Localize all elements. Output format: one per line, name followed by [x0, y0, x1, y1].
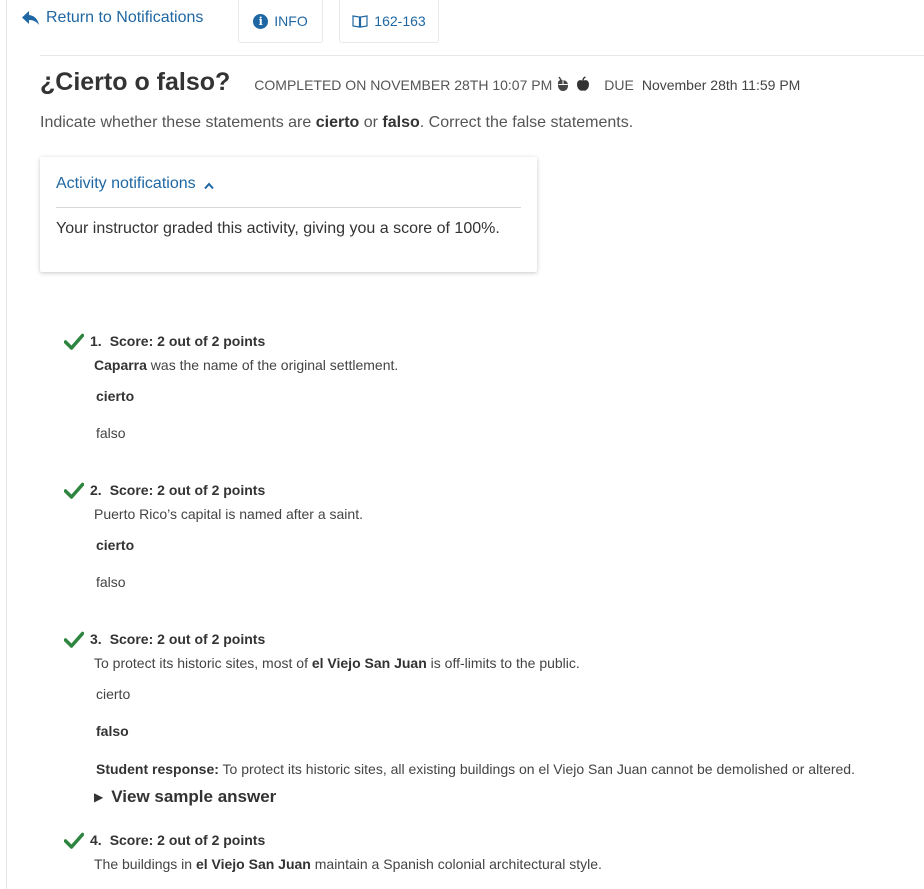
statement-text-start: To protect its historic sites, most of	[94, 655, 312, 671]
activity-instructions: Indicate whether these statements are ci…	[40, 114, 633, 132]
triangle-right-icon: ▶	[94, 790, 104, 804]
question-header: 3. Score: 2 out of 2 points	[64, 628, 904, 650]
apple-icon	[577, 76, 590, 91]
chevron-up-icon	[203, 181, 214, 189]
left-border	[6, 0, 7, 889]
notifications-toggle-label: Activity notifications	[56, 175, 196, 192]
question-header: 2. Score: 2 out of 2 points	[64, 479, 904, 501]
notifications-divider	[56, 207, 521, 208]
top-nav: Return to Notifications i INFO 162-163	[0, 0, 924, 44]
info-circle-icon: i	[253, 13, 269, 29]
pages-tab-label: 162-163	[374, 13, 426, 29]
nav-divider	[40, 55, 924, 56]
question-statement: To protect its historic sites, most of e…	[94, 655, 904, 671]
completed-status: COMPLETED ON NOVEMBER 28TH 10:07 PM	[254, 77, 553, 93]
question-number: 2.	[90, 482, 102, 498]
instructions-cierto: cierto	[315, 114, 360, 131]
option-cierto[interactable]: cierto	[96, 388, 904, 408]
question-number: 3.	[90, 631, 102, 647]
option-cierto[interactable]: cierto	[96, 537, 904, 557]
checkmark-icon	[64, 832, 84, 849]
return-link-label: Return to Notifications	[46, 9, 204, 26]
question-1: 1. Score: 2 out of 2 points Caparra was …	[64, 330, 904, 445]
question-statement: The buildings in el Viejo San Juan maint…	[94, 856, 904, 872]
student-response: Student response: To protect its histori…	[96, 761, 904, 777]
instructions-text-end: . Correct the false statements.	[419, 114, 634, 131]
question-statement: Caparra was the name of the original set…	[94, 357, 904, 373]
view-sample-answer-toggle[interactable]: ▶ View sample answer	[94, 787, 904, 807]
question-score: Score: 2 out of 2 points	[109, 631, 266, 647]
option-falso[interactable]: falso	[96, 574, 904, 594]
page-title: ¿Cierto o falso?	[40, 68, 231, 96]
question-4: 4. Score: 2 out of 2 points The building…	[64, 829, 904, 872]
open-book-icon	[352, 15, 368, 28]
statement-bold: el Viejo San Juan	[195, 856, 311, 872]
checkmark-icon	[64, 482, 84, 499]
mouse-icon	[558, 76, 569, 91]
checkmark-icon	[64, 333, 84, 350]
instructions-text-start: Indicate whether these statements are	[40, 114, 316, 131]
checkmark-icon	[64, 631, 84, 648]
activity-notifications-card: Activity notifications Your instructor g…	[40, 157, 537, 272]
statement-text-end: maintain a Spanish colonial architectura…	[310, 856, 602, 872]
option-falso[interactable]: falso	[96, 425, 904, 445]
activity-notifications-toggle[interactable]: Activity notifications	[56, 175, 214, 193]
option-falso[interactable]: falso	[96, 723, 904, 743]
textbook-pages-tab[interactable]: 162-163	[339, 0, 439, 43]
question-number: 1.	[90, 333, 102, 349]
info-tab-label: INFO	[274, 13, 308, 29]
statement-bold: el Viejo San Juan	[311, 655, 427, 671]
question-statement: Puerto Rico’s capital is named after a s…	[94, 506, 363, 522]
option-cierto[interactable]: cierto	[96, 686, 904, 706]
return-to-notifications-link[interactable]: Return to Notifications	[22, 9, 203, 27]
due-date: November 28th 11:59 PM	[641, 77, 801, 93]
question-header: 1. Score: 2 out of 2 points	[64, 330, 904, 352]
info-tab[interactable]: i INFO	[238, 0, 323, 43]
student-response-label: Student response:	[96, 761, 219, 777]
question-number: 4.	[90, 832, 102, 848]
student-response-text: To protect its historic sites, all exist…	[218, 761, 855, 777]
question-header: 4. Score: 2 out of 2 points	[64, 829, 904, 851]
due-label: DUE	[604, 77, 634, 93]
grading-notification-message: Your instructor graded this activity, gi…	[56, 220, 500, 237]
statement-text-end: is off-limits to the public.	[426, 655, 580, 671]
statement-text-start: The buildings in	[94, 856, 196, 872]
question-2: 2. Score: 2 out of 2 points Puerto Rico’…	[64, 479, 904, 594]
activity-header: ¿Cierto o falso? COMPLETED ON NOVEMBER 2…	[40, 68, 800, 97]
statement-bold: Caparra	[94, 357, 147, 373]
view-sample-answer-label: View sample answer	[111, 787, 277, 806]
question-3: 3. Score: 2 out of 2 points To protect i…	[64, 628, 904, 807]
reply-arrow-icon	[22, 11, 39, 25]
question-score: Score: 2 out of 2 points	[109, 482, 266, 498]
status-icons	[556, 76, 590, 92]
instructions-text-middle: or	[359, 114, 383, 131]
instructions-falso: falso	[382, 114, 420, 131]
question-score: Score: 2 out of 2 points	[109, 832, 266, 848]
question-score: Score: 2 out of 2 points	[109, 333, 266, 349]
statement-text: was the name of the original settlement.	[146, 357, 399, 373]
